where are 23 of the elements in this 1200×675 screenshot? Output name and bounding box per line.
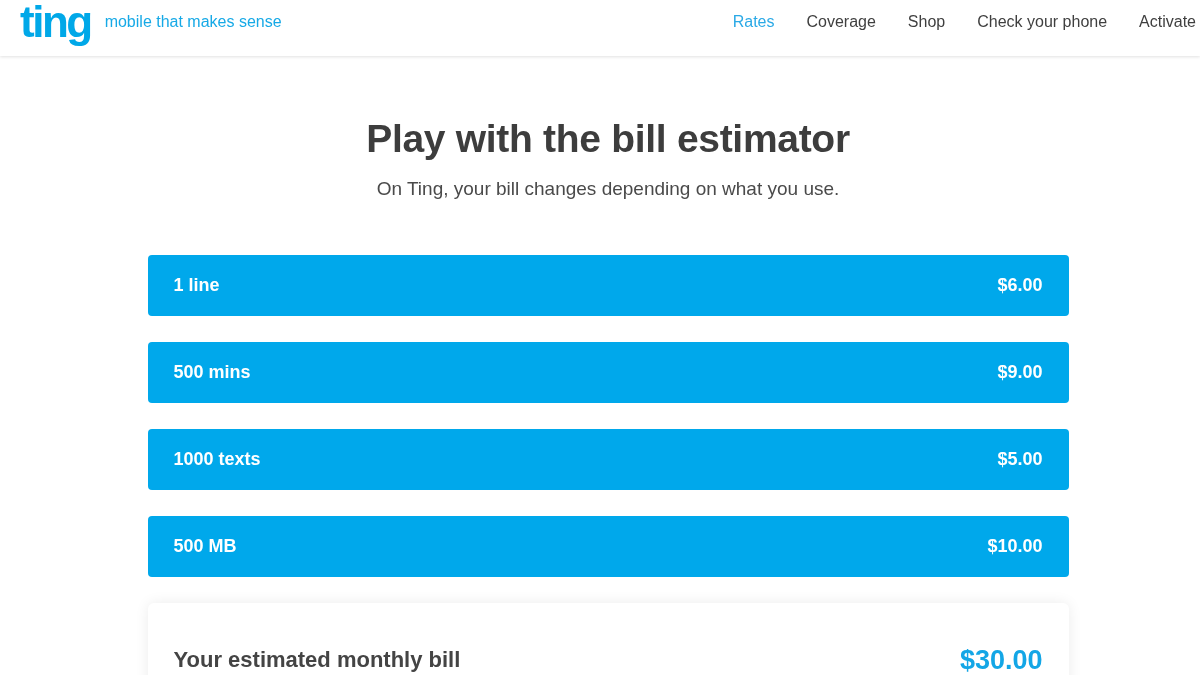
estimator-bar[interactable]: 1 line $6.00 (147, 255, 1069, 316)
total-amount: $30.00 (959, 645, 1043, 675)
page-subtitle: On Ting, your bill changes depending on what you use. (375, 178, 841, 200)
item-label: 500 MB (173, 536, 237, 557)
item-label: 1 line (173, 275, 220, 296)
estimator-bar[interactable]: 500 mins $9.00 (147, 342, 1069, 403)
item-price: $6.00 (997, 275, 1043, 296)
item-price: $10.00 (987, 536, 1043, 557)
item-price: $5.00 (997, 449, 1043, 470)
estimator-bar[interactable]: 500 MB $10.00 (147, 516, 1069, 577)
page-title: Play with the bill estimator (365, 116, 851, 162)
item-label: 500 mins (173, 362, 251, 383)
tagline: mobile that makes sense (104, 13, 282, 31)
nav-link[interactable]: Coverage (806, 13, 876, 31)
estimator-bar[interactable]: 1000 texts $5.00 (147, 429, 1069, 490)
item-price: $9.00 (997, 362, 1043, 383)
nav-link[interactable]: Check your phone (977, 13, 1108, 31)
ting-logo[interactable]: ting (20, 0, 91, 44)
nav-link[interactable]: Activate (1139, 13, 1196, 31)
nav-link[interactable]: Shop (907, 13, 946, 31)
item-label: 1000 texts (173, 449, 261, 470)
nav-link[interactable]: Rates (732, 13, 775, 31)
summary-label: Your estimated monthly bill (173, 647, 461, 673)
